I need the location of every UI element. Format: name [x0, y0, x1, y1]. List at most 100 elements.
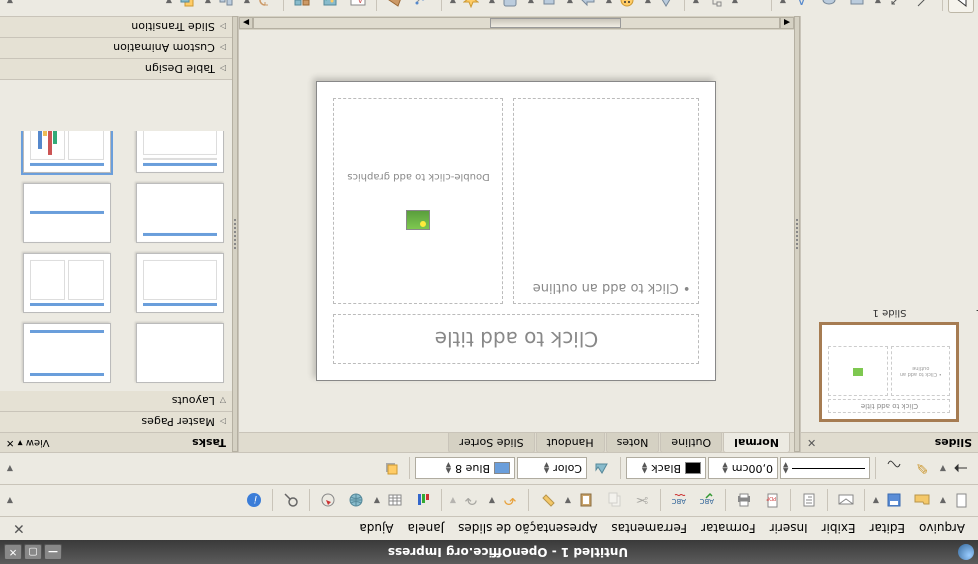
layout-blank[interactable] [136, 323, 224, 383]
ellipse-tool[interactable] [816, 0, 842, 14]
splitter-right[interactable] [232, 16, 238, 452]
section-slide-transition[interactable]: ▷Slide Transition [0, 17, 232, 37]
menu-ferramentas[interactable]: Ferramentas [604, 519, 694, 539]
section-layouts[interactable]: ▽Layouts [0, 391, 232, 411]
tab-notes[interactable]: Notes [606, 433, 660, 453]
connector-tool[interactable] [701, 0, 727, 14]
redo-dropdown[interactable]: ▼ [447, 496, 456, 505]
save-button[interactable] [881, 488, 907, 514]
toolbar2-overflow[interactable]: ▼ [4, 464, 13, 473]
format-paintbrush-button[interactable] [534, 488, 560, 514]
outline-placeholder[interactable]: • Click to add an outline [514, 98, 700, 304]
menu-arquivo[interactable]: Arquivo [912, 519, 972, 539]
arrange-dropdown[interactable]: ▼ [163, 0, 172, 5]
open-button[interactable] [909, 488, 935, 514]
menu-apresentacao[interactable]: Apresentação de slides [451, 519, 604, 539]
paste-button[interactable] [573, 488, 599, 514]
stars-dropdown[interactable]: ▼ [447, 0, 456, 5]
layout-title[interactable] [23, 323, 111, 383]
from-file-tool[interactable] [317, 0, 343, 14]
minimize-button[interactable]: — [44, 544, 62, 560]
print-button[interactable] [731, 488, 757, 514]
hscroll-right[interactable]: ▶ [239, 17, 253, 29]
menu-inserir[interactable]: Inserir [763, 519, 815, 539]
arrow-style-dropdown[interactable]: ▼ [937, 464, 946, 473]
stars-tool[interactable] [458, 0, 484, 14]
line-width-combo[interactable]: 0,00cm▲▼ [708, 458, 778, 480]
symbol-shapes-tool[interactable] [614, 0, 640, 14]
layout-content-chart[interactable] [23, 131, 111, 173]
undo-button[interactable]: ↶ [497, 488, 523, 514]
points-tool[interactable] [410, 0, 436, 14]
hyperlink-button[interactable] [343, 488, 369, 514]
gluepoints-tool[interactable] [382, 0, 408, 14]
splitter-left[interactable] [794, 16, 800, 452]
block-arrows-dropdown[interactable]: ▼ [564, 0, 573, 5]
horizontal-scrollbar[interactable]: ◀ ▶ [239, 16, 794, 30]
pdf-button[interactable]: PDF [759, 488, 785, 514]
section-custom-animation[interactable]: ▷Custom Animation [0, 38, 232, 58]
maximize-button[interactable]: ▢ [24, 544, 42, 560]
arrow-style-button[interactable] [948, 456, 974, 482]
copy-button[interactable] [601, 488, 627, 514]
callouts-tool[interactable] [497, 0, 523, 14]
section-table-design[interactable]: ▷Table Design [0, 59, 232, 79]
cut-button[interactable]: ✂ [629, 488, 655, 514]
basic-shapes-tool[interactable] [653, 0, 679, 14]
slide-thumbs[interactable]: 1 Click to add title • Click to add an o… [801, 16, 978, 432]
block-arrows-tool[interactable] [575, 0, 601, 14]
mail-button[interactable] [833, 488, 859, 514]
fontwork-tool[interactable]: A [345, 0, 371, 14]
zoom-button[interactable] [278, 488, 304, 514]
navigator-button[interactable] [315, 488, 341, 514]
close-button[interactable]: ✕ [4, 544, 22, 560]
callouts-dropdown[interactable]: ▼ [486, 0, 495, 5]
flowchart-tool[interactable] [536, 0, 562, 14]
fill-style-combo[interactable]: Color▲▼ [517, 458, 587, 480]
layout-two-content[interactable] [23, 253, 111, 313]
arrow-tool-dropdown[interactable]: ▼ [872, 0, 881, 5]
help-button[interactable]: i [241, 488, 267, 514]
symbol-shapes-dropdown[interactable]: ▼ [603, 0, 612, 5]
menu-ajuda[interactable]: Ajuda [352, 519, 400, 539]
autospell-button[interactable]: ABC [666, 488, 692, 514]
paste-dropdown[interactable]: ▼ [562, 496, 571, 505]
rect-tool[interactable] [844, 0, 870, 14]
flowchart-dropdown[interactable]: ▼ [525, 0, 534, 5]
text-tool-dropdown[interactable]: ▼ [777, 0, 786, 5]
title-placeholder[interactable]: Click to add title [334, 314, 700, 364]
drawing-toolbar-overflow[interactable]: ▼ [4, 0, 13, 5]
shadow-button[interactable] [378, 456, 404, 482]
fill-color-combo[interactable]: Blue 8▲▼ [415, 458, 515, 480]
align-tool[interactable] [213, 0, 239, 14]
edit-button[interactable] [796, 488, 822, 514]
bezier-button[interactable] [881, 456, 907, 482]
layout-title-only[interactable] [136, 183, 224, 243]
text-tool[interactable]: A [788, 0, 814, 14]
tab-outline[interactable]: Outline [660, 433, 722, 453]
line-tool[interactable] [911, 0, 937, 14]
new-button[interactable] [948, 488, 974, 514]
connector-dropdown[interactable]: ▼ [690, 0, 699, 5]
menu-exibir[interactable]: Exibir [815, 519, 863, 539]
save-dropdown[interactable]: ▼ [870, 496, 879, 505]
select-tool[interactable] [948, 0, 974, 14]
graphics-placeholder[interactable]: Double-click to add graphics [334, 98, 504, 304]
edit-points-button[interactable]: ✎ [909, 456, 935, 482]
slide-thumb-1[interactable]: Click to add title • Click to add an out… [820, 322, 960, 422]
line-color-combo[interactable]: Black▲▼ [626, 458, 706, 480]
tab-normal[interactable]: Normal [723, 433, 790, 453]
align-dropdown[interactable]: ▼ [202, 0, 211, 5]
spellcheck-button[interactable]: ABC [694, 488, 720, 514]
table-button[interactable] [382, 488, 408, 514]
arrange-tool[interactable] [174, 0, 200, 14]
new-dropdown[interactable]: ▼ [937, 496, 946, 505]
layout-content[interactable] [136, 253, 224, 313]
rotate-dropdown[interactable]: ▼ [241, 0, 250, 5]
menu-editar[interactable]: Editar [863, 519, 913, 539]
task-view-menu[interactable]: View ▾ ✕ [6, 437, 50, 448]
basic-shapes-dropdown[interactable]: ▼ [642, 0, 651, 5]
gallery-tool[interactable] [289, 0, 315, 14]
tab-sorter[interactable]: Slide Sorter [448, 433, 534, 453]
section-master-pages[interactable]: ▷Master Pages [0, 412, 232, 432]
